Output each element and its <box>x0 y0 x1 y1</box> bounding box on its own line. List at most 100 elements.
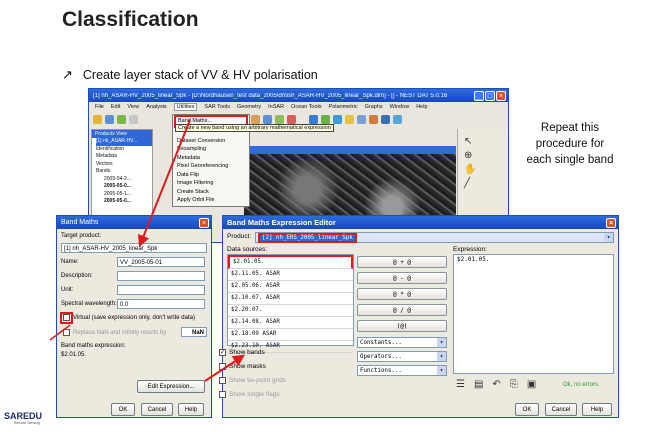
edit-expression-button[interactable]: Edit Expression... <box>137 380 205 393</box>
menu-sar-tools[interactable]: SAR Tools <box>204 104 230 110</box>
data-source-item[interactable]: $2.05.06. ASAR <box>228 281 353 293</box>
replace-nan-checkbox[interactable] <box>63 329 70 336</box>
graph-icon[interactable] <box>117 114 126 124</box>
operator-add-button[interactable]: @ + @ <box>357 256 447 268</box>
nest-window-title: [1] nh_ASAR-HV_2005_linear_Spk - [D:\Nor… <box>93 92 448 99</box>
draw-line-icon[interactable]: ╱ <box>464 177 476 191</box>
open-icon[interactable] <box>93 114 102 124</box>
scatter-icon[interactable] <box>275 114 284 124</box>
chart-icon[interactable] <box>369 114 378 124</box>
select-tool-icon[interactable]: ↖ <box>464 135 476 149</box>
description-field[interactable] <box>117 271 205 281</box>
operators-select[interactable]: Operators... ▾ <box>357 351 447 362</box>
operator-divide-button[interactable]: @ / @ <box>357 304 447 316</box>
ok-button[interactable]: OK <box>515 403 539 416</box>
data-source-item[interactable]: $2.14.08. ASAR <box>228 317 353 329</box>
world-map-icon[interactable] <box>309 114 318 124</box>
menu-item-create-stack[interactable]: Create Stack <box>177 188 245 197</box>
replace-nan-field[interactable]: NaN <box>181 327 207 337</box>
menu-utilities[interactable]: Utilities <box>173 103 198 111</box>
expression-textarea[interactable]: $2.01.05. <box>453 254 614 374</box>
name-field[interactable]: VV_2005-05-01 <box>117 257 205 267</box>
cloud-icon[interactable] <box>393 114 402 124</box>
operator-multiply-button[interactable]: @ * @ <box>357 288 447 300</box>
menu-item-resampling[interactable]: Resampling <box>177 145 245 154</box>
grid-icon[interactable] <box>357 114 366 124</box>
menu-ocean-tools[interactable]: Ocean Tools <box>291 104 321 110</box>
tree-item[interactable]: Bands <box>96 168 152 176</box>
menu-edit[interactable]: Edit <box>111 104 120 110</box>
data-source-item[interactable]: $2.11.05. ASAR <box>228 269 353 281</box>
constants-select[interactable]: Constants... ▾ <box>357 337 447 348</box>
virtual-checkbox[interactable] <box>63 314 70 321</box>
operator-parentheses-button[interactable]: (@) <box>357 320 447 332</box>
menu-item-metadata[interactable]: Metadata <box>177 154 245 163</box>
menu-polarimetric[interactable]: Polarimetric <box>329 104 358 110</box>
tree-item[interactable]: 2005-05-0... <box>96 183 152 191</box>
target-product-field[interactable]: [1] nh_ASAR-HV_2005_linear_Spk <box>61 243 207 253</box>
select-all-icon[interactable]: ☰ <box>456 379 465 390</box>
clear-icon[interactable]: ▤ <box>474 379 483 390</box>
ok-button[interactable]: OK <box>111 403 135 416</box>
data-source-item[interactable]: $2.10.07. ASAR <box>228 293 353 305</box>
tree-item[interactable]: Identification <box>96 146 152 154</box>
menu-help[interactable]: Help <box>416 104 427 110</box>
tree-item[interactable]: Metadata <box>96 153 152 161</box>
close-button[interactable]: × <box>496 90 506 101</box>
menu-item-image-filtering[interactable]: Image Filtering <box>177 179 245 188</box>
operator-subtract-button[interactable]: @ - @ <box>357 272 447 284</box>
menu-geometry[interactable]: Geometry <box>237 104 261 110</box>
menu-window[interactable]: Window <box>390 104 410 110</box>
function-icon[interactable]: ▣ <box>527 379 536 390</box>
data-source-item[interactable]: $2.01.05. <box>228 255 353 269</box>
show-tie-point-checkbox[interactable] <box>219 377 226 384</box>
menu-item-dataset-conversion[interactable]: Dataset Conversion <box>177 137 245 146</box>
cancel-button[interactable]: Cancel <box>141 403 173 416</box>
show-bands-checkbox[interactable]: ✓ <box>219 349 226 356</box>
menu-insar[interactable]: InSAR <box>268 104 284 110</box>
tree-item[interactable]: [1] nh_ASAR-HV... <box>96 138 152 146</box>
functions-select[interactable]: Functions... ▾ <box>357 365 447 376</box>
profile-icon[interactable] <box>287 114 296 124</box>
menu-item-apply-orbit-file[interactable]: Apply Orbit File <box>177 196 245 205</box>
tree-item[interactable]: 2005-05-1... <box>96 191 152 199</box>
tree-item[interactable]: Vectors <box>96 161 152 169</box>
maximize-button[interactable]: □ <box>485 90 495 101</box>
unit-field[interactable] <box>117 285 205 295</box>
tree-item[interactable]: 2005-05-0... <box>96 198 152 206</box>
cancel-button[interactable]: Cancel <box>545 403 577 416</box>
layer-icon[interactable] <box>321 114 330 124</box>
close-button[interactable]: × <box>199 217 209 228</box>
minimize-button[interactable]: _ <box>474 90 484 101</box>
history-icon[interactable]: ⎘ <box>510 379 518 390</box>
close-button[interactable]: × <box>606 217 616 228</box>
menu-item-data-flip[interactable]: Data Flip <box>177 171 245 180</box>
target-icon[interactable] <box>381 114 390 124</box>
statistics-icon[interactable] <box>263 114 272 124</box>
product-label: Product: <box>227 233 252 240</box>
histogram-icon[interactable] <box>251 114 260 124</box>
pan-tool-icon[interactable]: ✋ <box>464 163 476 177</box>
data-source-item[interactable]: $2.20.07. <box>228 305 353 317</box>
star-icon[interactable] <box>345 114 354 124</box>
menu-item-pixel-georeferencing[interactable]: Pixel Georeferencing <box>177 162 245 171</box>
globe-icon[interactable] <box>333 114 342 124</box>
show-flags-checkbox[interactable] <box>219 391 226 398</box>
product-select[interactable]: [2] nh_ERS_2005_linear_Spk ▾ <box>255 232 614 243</box>
undo-icon[interactable]: ↶ <box>492 379 500 390</box>
data-source-item[interactable]: $2.18.09 ASAR <box>228 329 353 341</box>
tool-icon[interactable] <box>129 114 138 124</box>
menu-graphs[interactable]: Graphs <box>365 104 383 110</box>
menu-file[interactable]: File <box>95 104 104 110</box>
tree-item[interactable]: 2005-04-2... <box>96 176 152 184</box>
side-note-line: Repeat this <box>540 122 600 134</box>
save-icon[interactable] <box>105 114 114 124</box>
product-select-value: [2] nh_ERS_2005_linear_Spk <box>258 232 357 243</box>
help-button[interactable]: Help <box>178 403 204 416</box>
show-masks-checkbox[interactable] <box>219 363 226 370</box>
help-button[interactable]: Help <box>582 403 612 416</box>
spectral-wavelength-field[interactable]: 0.0 <box>117 299 205 309</box>
zoom-tool-icon[interactable]: ⊕ <box>464 149 476 163</box>
menu-analysis[interactable]: Analysis <box>146 104 166 110</box>
menu-view[interactable]: View <box>127 104 139 110</box>
